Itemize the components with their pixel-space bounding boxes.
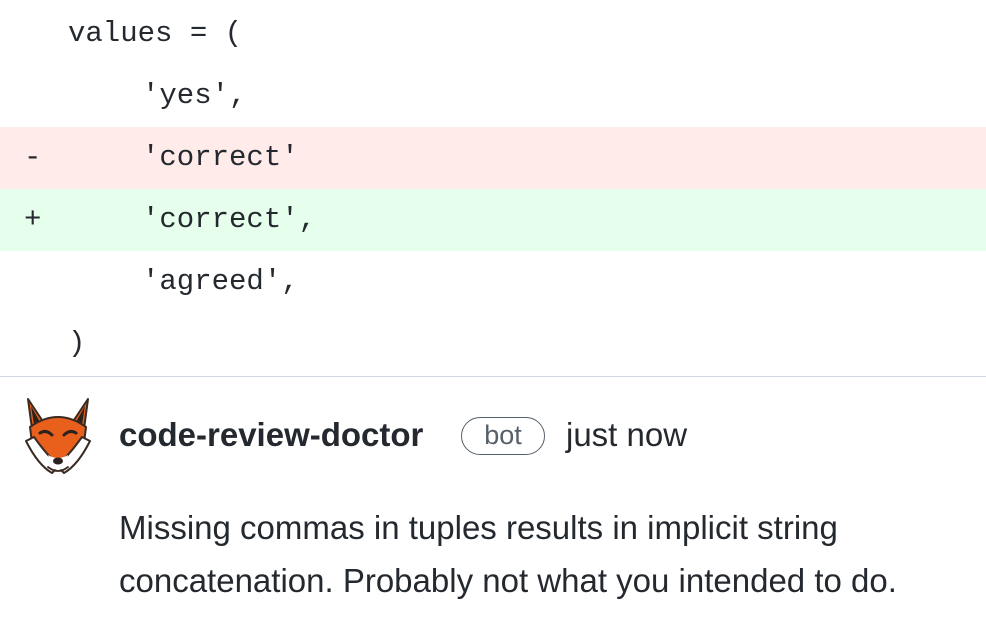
- deletion-marker: -: [24, 141, 42, 174]
- diff-line-context: values = (: [0, 3, 986, 65]
- code-text: 'correct',: [142, 203, 317, 236]
- addition-marker: +: [24, 203, 42, 236]
- diff-line-context: ): [0, 313, 986, 375]
- diff-line-context: 'yes',: [0, 65, 986, 127]
- code-text: 'correct': [142, 141, 299, 174]
- comment-timestamp[interactable]: just now: [566, 415, 687, 455]
- diff-line-context: 'agreed',: [0, 251, 986, 313]
- code-text: 'agreed',: [142, 265, 299, 298]
- review-comment: code-review-doctor bot just now Missing …: [0, 377, 986, 619]
- fox-avatar-icon[interactable]: [22, 397, 94, 479]
- comment-body: Missing commas in tuples results in impl…: [119, 509, 897, 599]
- diff-line-addition: + 'correct',: [0, 189, 986, 251]
- diff-line-deletion: - 'correct': [0, 127, 986, 189]
- code-text: 'yes',: [142, 79, 247, 112]
- comment-author[interactable]: code-review-doctor: [119, 415, 423, 455]
- code-text: ): [68, 327, 86, 360]
- bot-badge: bot: [461, 417, 545, 455]
- code-text: values = (: [68, 17, 243, 50]
